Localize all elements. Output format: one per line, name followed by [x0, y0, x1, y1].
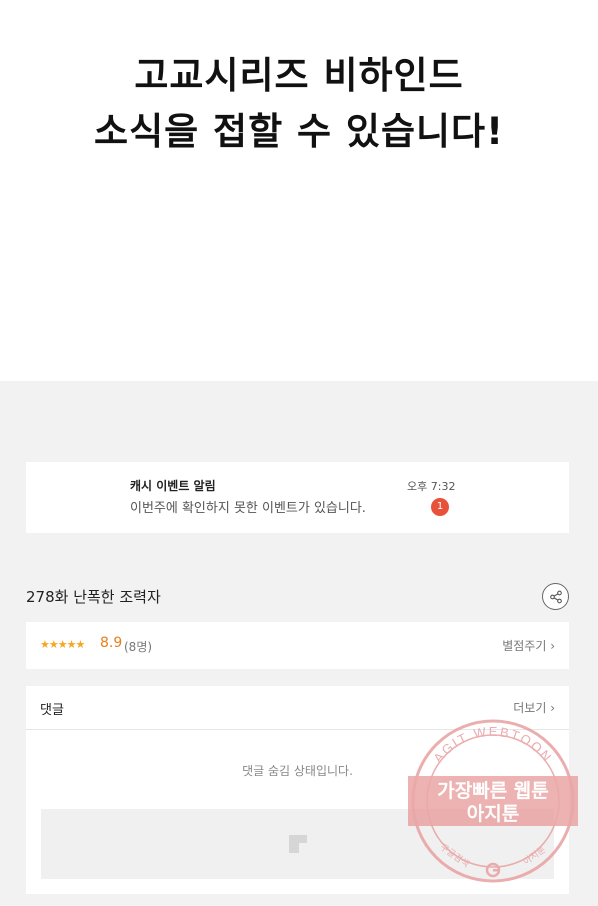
rating-score: 8.9: [100, 635, 123, 651]
promo-headline: 고교시리즈 비하인드 소식을 접할 수 있습니다!: [0, 48, 598, 160]
watermark-stamp: AGIT WEBTOON 가장빠른 웹툰 아지툰 구글검색 아지툰: [408, 719, 578, 883]
notice-description: 이번주에 확인하지 못한 이벤트가 있습니다.: [130, 501, 366, 516]
promo-banner: 고교시리즈 비하인드 소식을 접할 수 있습니다!: [0, 0, 598, 381]
share-icon: [549, 590, 562, 603]
placeholder-image-icon: [289, 835, 307, 853]
cash-event-notice[interactable]: 캐시 이벤트 알림 이번주에 확인하지 못한 이벤트가 있습니다. 오후 7:3…: [26, 462, 569, 533]
rating-count: (8명): [124, 640, 153, 654]
rate-button[interactable]: 별점주기 ›: [502, 637, 555, 654]
episode-title: 278화 난폭한 조력자: [26, 588, 161, 606]
rating-stars: ★★★★★: [40, 638, 85, 651]
notice-time: 오후 7:32: [407, 480, 456, 493]
watermark-line-2: 아지툰: [467, 803, 519, 825]
watermark-bottom-left: 구글검색: [438, 841, 472, 870]
headline-line-1: 고교시리즈 비하인드: [134, 54, 464, 97]
share-button[interactable]: [542, 583, 569, 610]
comment-label: 댓글: [40, 703, 64, 718]
more-comments-button[interactable]: 더보기 ›: [513, 699, 555, 716]
notice-title: 캐시 이벤트 알림: [130, 479, 216, 493]
google-logo-icon: [485, 862, 501, 878]
notice-count-badge: 1: [431, 498, 449, 516]
rating-bar: ★★★★★ 8.9 (8명) 별점주기 ›: [26, 622, 569, 669]
watermark-ring-text: AGIT WEBTOON: [430, 724, 555, 766]
headline-line-2: 소식을 접할 수 있습니다!: [94, 110, 504, 153]
watermark-line-1: 가장빠른 웹툰: [437, 780, 549, 802]
